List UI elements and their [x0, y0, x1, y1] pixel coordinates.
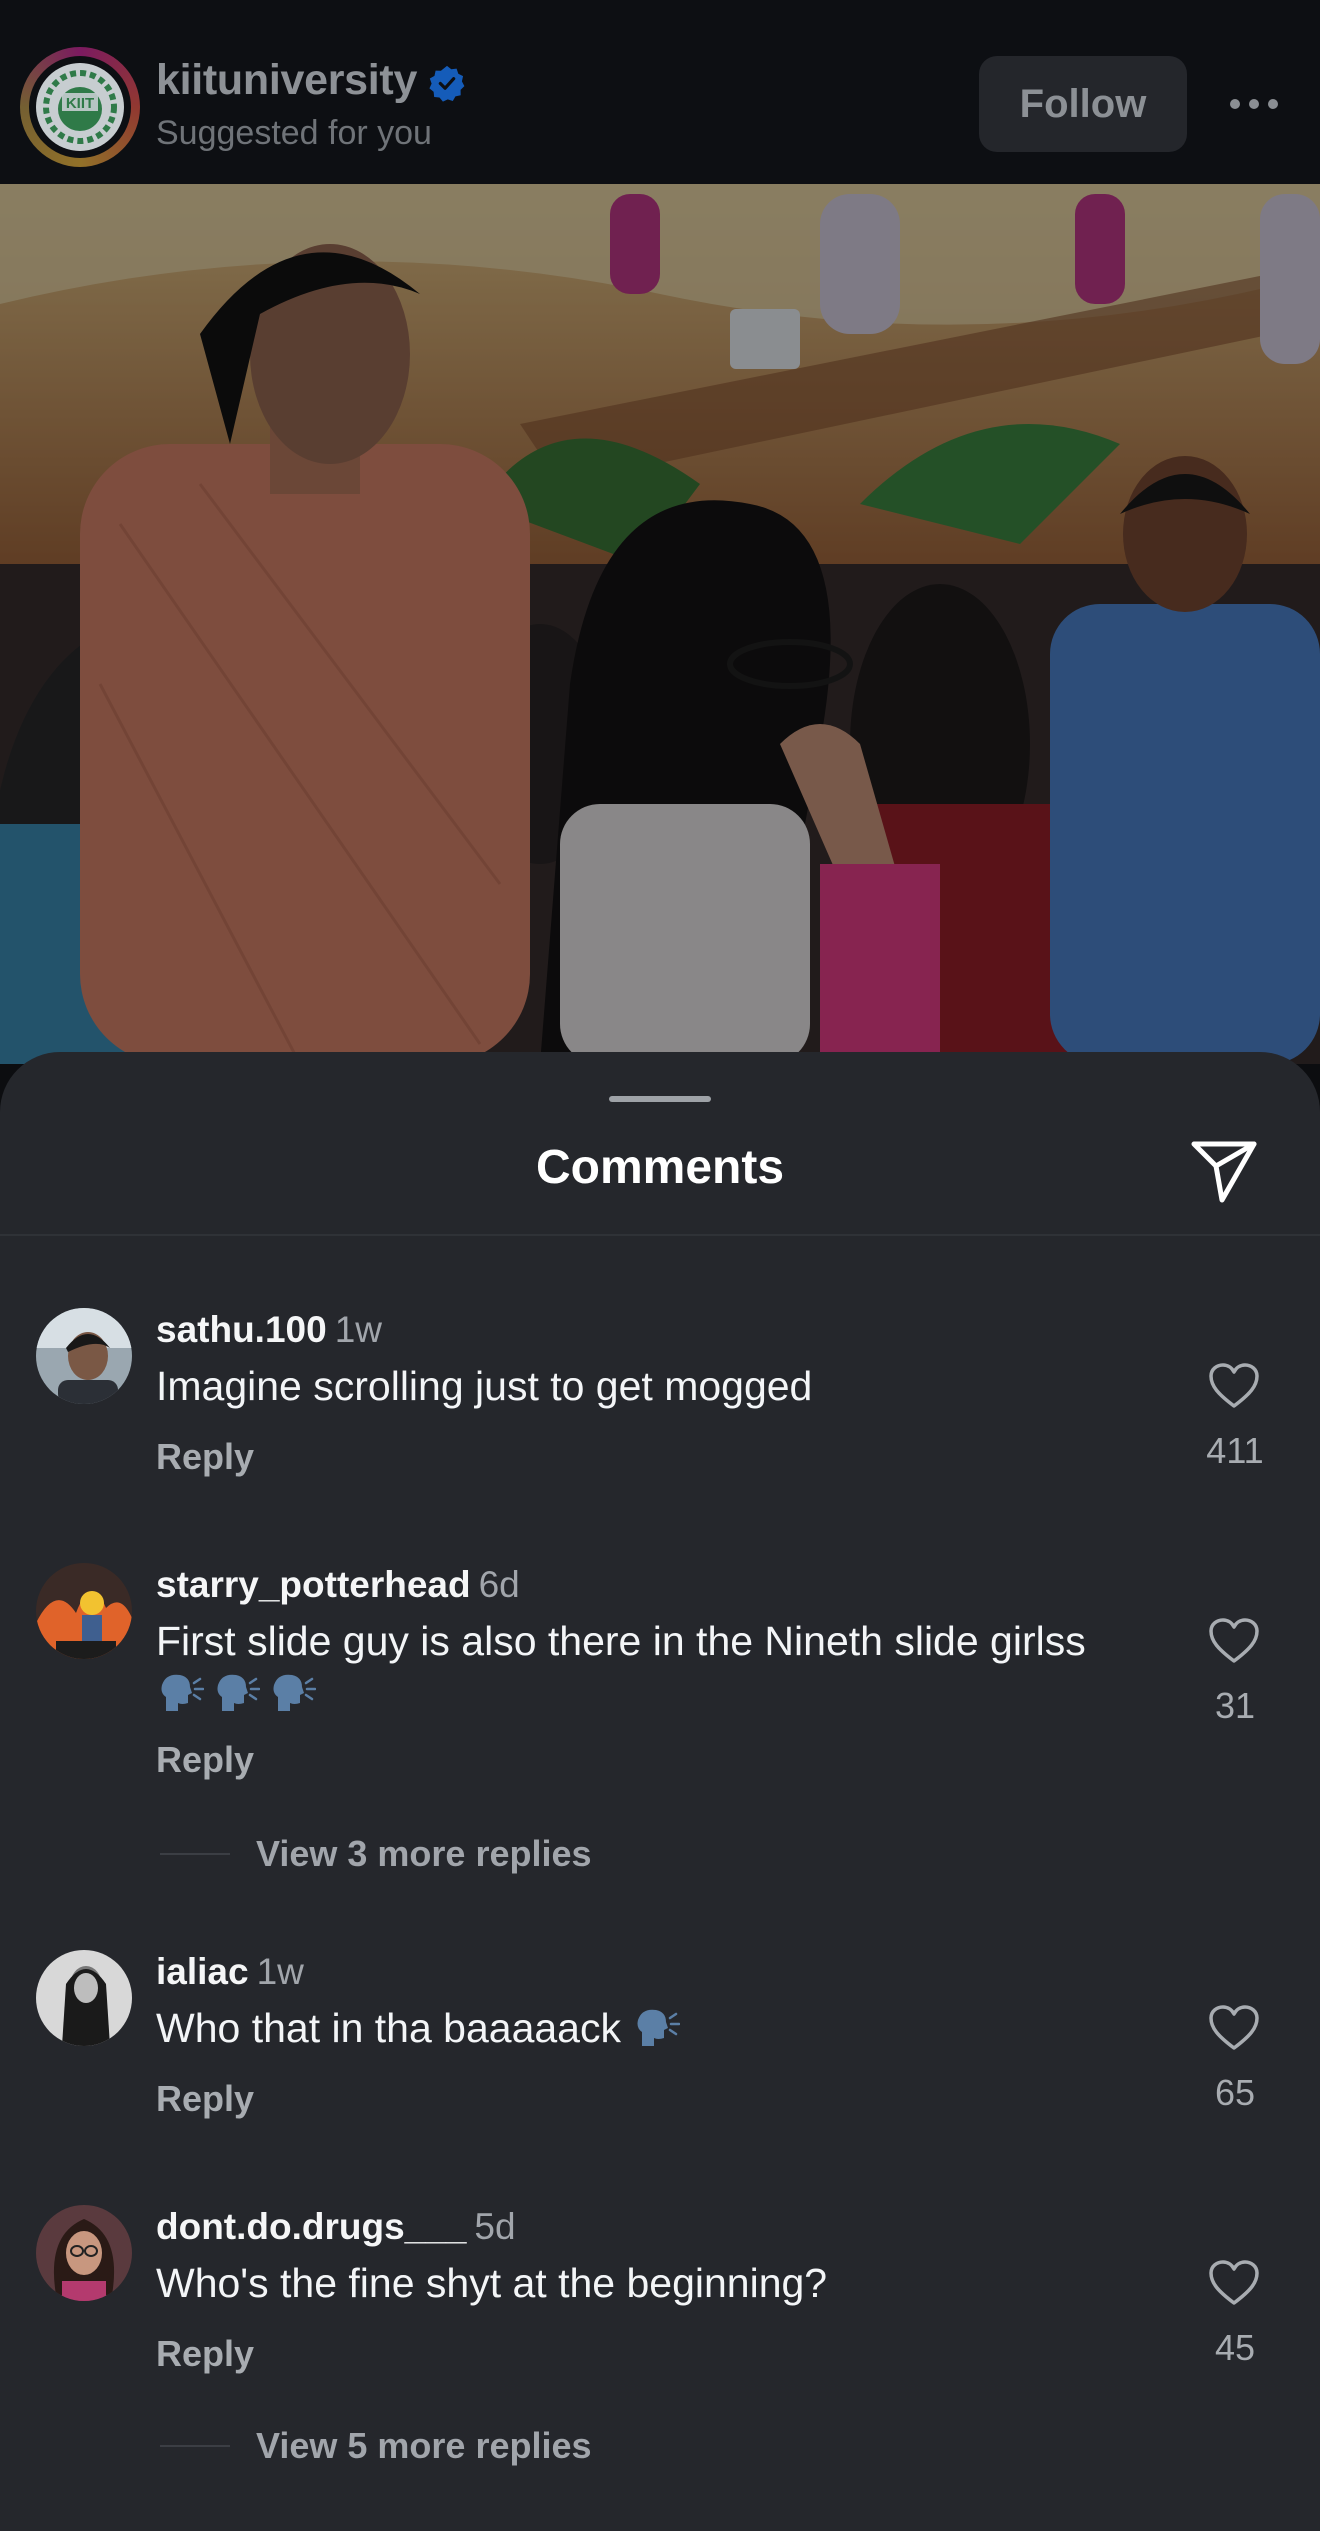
- heart-outline-icon[interactable]: [1208, 2004, 1260, 2052]
- comment-text: First slide guy is also there in the Nin…: [156, 1615, 1156, 1719]
- speaking-head-emoji: [637, 2009, 681, 2046]
- heart-outline-icon[interactable]: [1208, 1362, 1260, 1410]
- post-photo[interactable]: [0, 184, 1320, 1064]
- more-horizontal-icon[interactable]: [1226, 84, 1282, 124]
- reply-button[interactable]: Reply: [156, 2333, 254, 2375]
- comment-text: Imagine scrolling just to get mogged: [156, 1363, 813, 1409]
- view-more-replies-button[interactable]: View 3 more replies: [256, 1833, 592, 1875]
- like-count: 65: [1214, 2072, 1256, 2113]
- like-count: 31: [1214, 1685, 1256, 1726]
- reply-button[interactable]: Reply: [156, 2078, 254, 2120]
- comment-username[interactable]: sathu.100: [156, 1309, 327, 1350]
- heart-outline-icon[interactable]: [1208, 2259, 1260, 2307]
- reply-button[interactable]: Reply: [156, 1436, 254, 1478]
- instagram-post-screen: KIIT kiituniversity Suggested for you Fo…: [0, 0, 1320, 2531]
- comment-text: Who's the fine shyt at the beginning?: [156, 2260, 828, 2306]
- follow-button[interactable]: Follow: [979, 56, 1187, 152]
- speaking-head-emoji: [161, 1674, 204, 1711]
- svg-text:KIIT: KIIT: [66, 95, 94, 112]
- view-more-replies-button[interactable]: View 5 more replies: [256, 2425, 592, 2467]
- comment-time: 6d: [478, 1564, 520, 1605]
- commenter-avatar[interactable]: [36, 1950, 132, 2046]
- comment-item: starry_potterhead 6d First slide guy is a…: [0, 1563, 1320, 1903]
- comment-time: 5d: [474, 2206, 516, 2247]
- comment-item: sathu.100 1w Imagine scrolling just to ge…: [0, 1308, 1320, 1488]
- comments-title: Comments: [535, 1141, 785, 1194]
- paper-plane-icon[interactable]: [1188, 1134, 1260, 1206]
- heart-outline-icon[interactable]: [1208, 1617, 1260, 1665]
- comment-item: ialiac 1w Who that in tha baaaaack Reply …: [0, 1950, 1320, 2130]
- account-avatar[interactable]: KIIT: [36, 63, 124, 151]
- post-header: KIIT kiituniversity Suggested for you Fo…: [0, 0, 1320, 184]
- comment-time: 1w: [256, 1951, 304, 1992]
- reply-button[interactable]: Reply: [156, 1739, 254, 1781]
- commenter-avatar[interactable]: [36, 1308, 132, 1404]
- account-name[interactable]: kiituniversity: [156, 56, 417, 105]
- speaking-head-emoji: [217, 1674, 260, 1711]
- sheet-drag-handle[interactable]: [609, 1096, 711, 1102]
- comment-item: dont.do.drugs___ 5d Who's the fine shyt a…: [0, 2205, 1320, 2505]
- kiit-logo-icon: KIIT: [36, 63, 124, 151]
- comment-username[interactable]: ialiac: [156, 1951, 249, 1992]
- comment-text: Who that in tha baaaaack: [156, 2002, 1156, 2054]
- speaking-head-emoji: [273, 1674, 316, 1711]
- like-count: 411: [1206, 1430, 1264, 1471]
- comment-time: 1w: [334, 1309, 383, 1350]
- commenter-avatar[interactable]: [36, 2205, 132, 2301]
- suggested-label: Suggested for you: [156, 114, 432, 152]
- commenter-avatar[interactable]: [36, 1563, 132, 1659]
- divider: [0, 1234, 1320, 1236]
- like-count: 45: [1214, 2327, 1256, 2368]
- comment-username[interactable]: starry_potterhead: [156, 1564, 471, 1605]
- verified-badge-icon: [429, 65, 465, 102]
- comment-username[interactable]: dont.do.drugs___: [156, 2206, 466, 2247]
